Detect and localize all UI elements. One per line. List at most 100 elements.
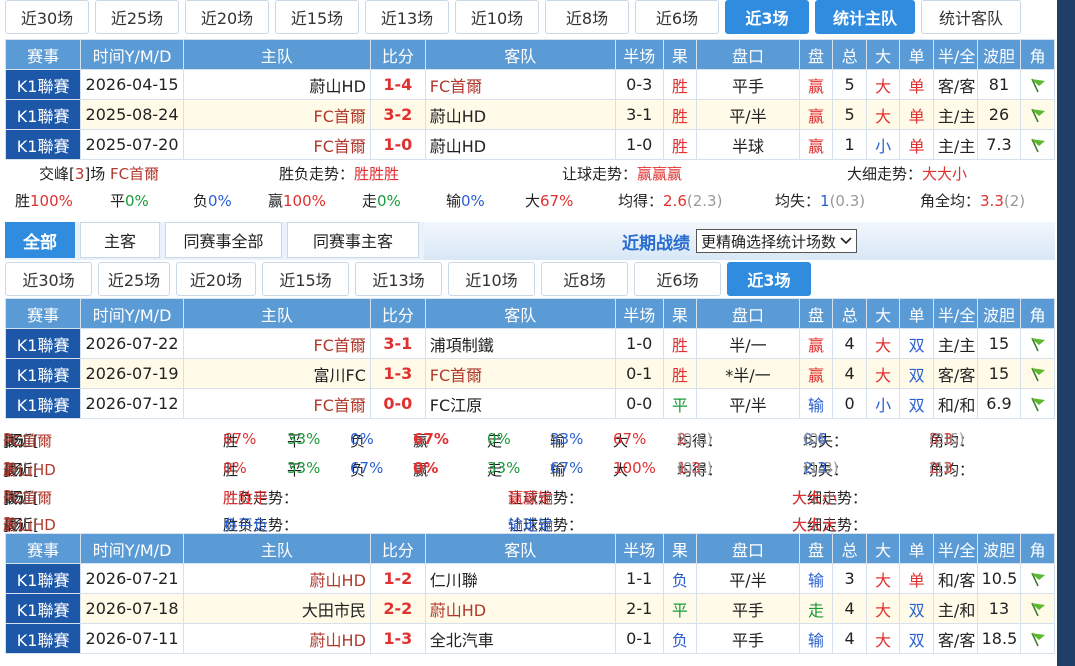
tab-recent-8[interactable]: 近8场: [545, 0, 629, 34]
recent-tab-15[interactable]: 近15场: [262, 262, 349, 296]
away-team-cell[interactable]: 蔚山HD: [424, 129, 616, 160]
top-tabs: 近30场 近25场 近20场 近15场 近13场 近10场 近8场 近6场 近3…: [5, 0, 1021, 34]
column-header: 主队: [182, 39, 371, 70]
table-row[interactable]: K1聯賽 2026-07-19 富川FC 1-3 FC首爾 0-1 胜 *半/一赢 4 大双客/客…: [4, 358, 1055, 389]
section-same-comp-home-away-button[interactable]: 同赛事主客: [287, 222, 419, 258]
odd-even-cell: 双: [899, 388, 934, 419]
table-row[interactable]: K1聯賽 2026-04-15 蔚山HD 1-4 FC首爾 0-3 胜平手赢 5 大单客/客 81: [4, 69, 1055, 100]
match-count-select[interactable]: 更精确选择统计场数: [695, 229, 857, 253]
correct-score-odds-cell: 81: [976, 69, 1022, 100]
halftime-cell: 1-0: [614, 328, 664, 359]
recent-tab-3[interactable]: 近3场: [727, 262, 811, 296]
competition-cell[interactable]: K1聯賽: [4, 358, 82, 389]
home-team-cell[interactable]: 蔚山HD: [182, 69, 371, 100]
table-row[interactable]: K1聯賽 2026-07-12 FC首爾 0-0 FC江原 0-0 平平/半输 0 小双和/和 6…: [4, 388, 1055, 419]
corner-flag-icon[interactable]: [1020, 328, 1055, 359]
competition-cell[interactable]: K1聯賽: [4, 328, 82, 359]
match-count-select-label: 更精确选择统计场数: [700, 232, 836, 251]
table-row[interactable]: K1聯賽 2025-07-20 FC首爾 1-0 蔚山HD 1-0 胜半球赢 1 小单主/主 7.…: [4, 129, 1055, 160]
table-row[interactable]: K1聯賽 2026-07-22 FC首爾 3-1 浦項制鐵 1-0 胜半/一赢 4 大双主/主 1…: [4, 328, 1055, 359]
handicap-result-cell: 输: [798, 388, 834, 419]
home-team-cell[interactable]: 蔚山HD: [182, 623, 371, 654]
competition-cell[interactable]: K1聯賽: [4, 69, 82, 100]
away-team-cell[interactable]: 蔚山HD: [424, 593, 616, 624]
column-header: 半场: [614, 39, 664, 70]
over-under-cell: 大: [865, 358, 901, 389]
column-header: 角: [1020, 39, 1055, 70]
section-same-comp-all-button[interactable]: 同赛事全部: [165, 222, 282, 258]
half-full-cell: 和/和: [932, 388, 978, 419]
result-cell: 负: [662, 563, 698, 594]
column-header: 总: [832, 39, 867, 70]
tab-recent-3[interactable]: 近3场: [725, 0, 809, 34]
home-team-cell[interactable]: FC首爾: [182, 328, 371, 359]
recent-tab-20[interactable]: 近20场: [176, 262, 256, 296]
recent-tabs: 近30场 近25场 近20场 近15场 近13场 近10场 近8场 近6场 近3…: [5, 262, 811, 296]
home-team-cell[interactable]: 富川FC: [182, 358, 371, 389]
tab-stat-home[interactable]: 统计主队: [815, 0, 915, 34]
h2h-lose: 负0%: [193, 192, 232, 210]
competition-cell[interactable]: K1聯賽: [4, 99, 82, 130]
away-team-cell[interactable]: 仁川聯: [424, 563, 616, 594]
home-team-cell[interactable]: 大田市民: [182, 593, 371, 624]
h2h-zou: 走0%: [362, 192, 401, 210]
competition-cell[interactable]: K1聯賽: [4, 623, 82, 654]
recent-tab-30[interactable]: 近30场: [5, 262, 92, 296]
tab-recent-13[interactable]: 近13场: [365, 0, 449, 34]
corner-flag-icon[interactable]: [1020, 129, 1055, 160]
corner-flag-icon[interactable]: [1020, 623, 1055, 654]
recent-tab-10[interactable]: 近10场: [448, 262, 535, 296]
table-row[interactable]: K1聯賽 2026-07-18 大田市民 2-2 蔚山HD 2-1 平平手走 4 大双主/和 13: [4, 593, 1055, 624]
home-team-cell[interactable]: 蔚山HD: [182, 563, 371, 594]
h2h-shu: 输0%: [446, 192, 485, 210]
h2h-win: 胜100%: [15, 192, 73, 210]
away-team-cell[interactable]: FC江原: [424, 388, 616, 419]
competition-cell[interactable]: K1聯賽: [4, 593, 82, 624]
corner-flag-icon[interactable]: [1020, 388, 1055, 419]
odd-even-cell: 单: [899, 563, 934, 594]
away-team-cell[interactable]: FC首爾: [424, 358, 616, 389]
home-team-cell[interactable]: FC首爾: [182, 388, 371, 419]
home-team-cell[interactable]: FC首爾: [182, 129, 371, 160]
correct-score-odds-cell: 10.5: [976, 563, 1022, 594]
competition-cell[interactable]: K1聯賽: [4, 388, 82, 419]
half-full-cell: 客/客: [932, 358, 978, 389]
corner-flag-icon[interactable]: [1020, 99, 1055, 130]
away-team-cell[interactable]: 全北汽車: [424, 623, 616, 654]
h2h-count: 交峰[3]场 FC首爾: [39, 165, 160, 183]
column-header: 半场: [614, 298, 664, 329]
handicap-result-cell: 走: [798, 593, 834, 624]
corner-flag-icon[interactable]: [1020, 358, 1055, 389]
away-team-cell[interactable]: 蔚山HD: [424, 99, 616, 130]
table-row[interactable]: K1聯賽 2026-07-21 蔚山HD 1-2 仁川聯 1-1 负平/半输 3 大单和/客 10…: [4, 563, 1055, 594]
tab-stat-away[interactable]: 统计客队: [921, 0, 1021, 34]
section-home-away-button[interactable]: 主客: [80, 222, 160, 258]
odd-even-cell: 双: [899, 593, 934, 624]
section-all-button[interactable]: 全部: [5, 222, 75, 258]
recent-tab-6[interactable]: 近6场: [634, 262, 721, 296]
tab-recent-15[interactable]: 近15场: [275, 0, 359, 34]
over-under-cell: 大: [865, 69, 901, 100]
recent-tab-8[interactable]: 近8场: [541, 262, 628, 296]
tab-recent-6[interactable]: 近6场: [635, 0, 719, 34]
tab-recent-10[interactable]: 近10场: [455, 0, 539, 34]
corner-flag-icon[interactable]: [1020, 563, 1055, 594]
recent-tab-13[interactable]: 近13场: [355, 262, 442, 296]
table-row[interactable]: K1聯賽 2025-08-24 FC首爾 3-2 蔚山HD 3-1 胜平/半赢 5 大单主/主 2…: [4, 99, 1055, 130]
competition-cell[interactable]: K1聯賽: [4, 129, 82, 160]
away-team-cell[interactable]: 浦項制鐵: [424, 328, 616, 359]
over-under-cell: 小: [865, 388, 901, 419]
corner-flag-icon[interactable]: [1020, 69, 1055, 100]
away-team-cell[interactable]: FC首爾: [424, 69, 616, 100]
table-row[interactable]: K1聯賽 2026-07-11 蔚山HD 1-3 全北汽車 0-1 负平手输 4 大双客/客 18…: [4, 623, 1055, 654]
competition-cell[interactable]: K1聯賽: [4, 563, 82, 594]
h2h-da: 大67%: [525, 192, 574, 210]
tab-recent-25[interactable]: 近25场: [95, 0, 179, 34]
over-under-cell: 大: [865, 328, 901, 359]
tab-recent-30[interactable]: 近30场: [5, 0, 89, 34]
corner-flag-icon[interactable]: [1020, 593, 1055, 624]
tab-recent-20[interactable]: 近20场: [185, 0, 269, 34]
half-full-cell: 主/主: [932, 328, 978, 359]
home-team-cell[interactable]: FC首爾: [182, 99, 371, 130]
recent-tab-25[interactable]: 近25场: [98, 262, 170, 296]
